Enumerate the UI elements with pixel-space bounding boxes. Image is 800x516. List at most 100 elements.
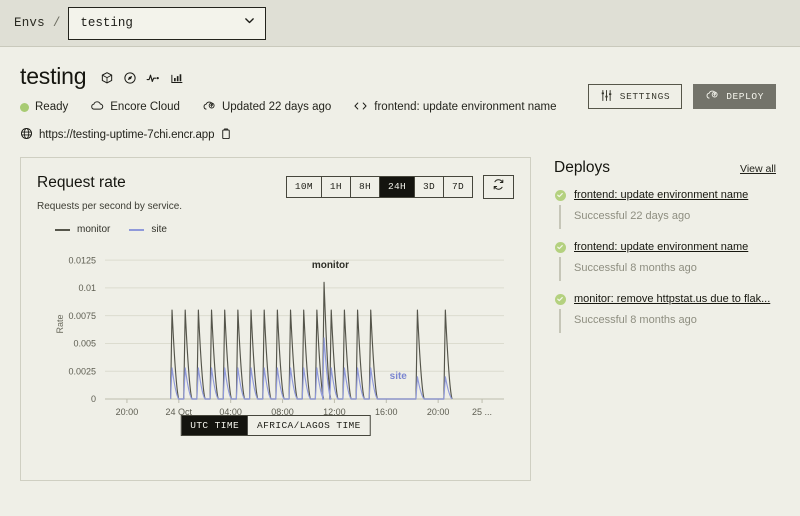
meta-block: Ready Encore Cloud Updated 22 days ago f… — [20, 84, 776, 143]
deploy-link[interactable]: monitor: remove httpstat.us due to flak.… — [574, 292, 776, 306]
svg-text:monitor: monitor — [312, 260, 349, 271]
commit-label: frontend: update environment name — [374, 101, 557, 113]
cloud-upload-icon — [705, 89, 719, 104]
rail-line — [559, 308, 561, 333]
card-title-block: Request rate Requests per second by serv… — [37, 174, 182, 213]
copy-icon[interactable] — [220, 127, 232, 143]
top-bar: Envs / testing — [0, 0, 800, 47]
plot-wrapper: 0 0.0025 0.005 0.0075 0.01 0.0125 20:00 24 Oct 0… — [37, 241, 516, 437]
card-title: Request rate — [37, 173, 126, 191]
deploy-rail — [554, 292, 566, 333]
cube-icon[interactable] — [100, 71, 114, 85]
legend-item-site[interactable]: site — [129, 224, 167, 235]
svg-text:20:00: 20:00 — [427, 407, 450, 417]
svg-text:0.005: 0.005 — [73, 339, 96, 349]
cloud-icon — [90, 100, 104, 116]
deploy-button[interactable]: DEPLOY — [693, 84, 776, 109]
success-check-icon — [554, 241, 566, 253]
list-item: monitor: remove httpstat.us due to flak.… — [554, 292, 776, 333]
main-content: Request rate Requests per second by serv… — [0, 143, 800, 481]
card-header: Request rate Requests per second by serv… — [37, 174, 514, 213]
deploy-body: frontend: update environment name Succes… — [574, 240, 776, 281]
header-actions: SETTINGS DEPLOY — [587, 84, 776, 109]
refresh-icon — [492, 178, 505, 196]
deploy-body: monitor: remove httpstat.us due to flak.… — [574, 292, 776, 333]
bar-chart-icon[interactable] — [170, 71, 184, 85]
deploy-status: Successful 8 months ago — [574, 313, 697, 326]
environment-url[interactable]: https://testing-uptime-7chi.encr.app — [39, 129, 214, 141]
status-label: Ready — [35, 101, 69, 113]
deploy-status: Successful 8 months ago — [574, 261, 697, 274]
range-button-24h[interactable]: 24H — [379, 176, 415, 197]
breadcrumb-envs[interactable]: Envs — [14, 16, 45, 30]
page-header: testing Ready Encore Cloud Updated 22 da… — [0, 47, 800, 143]
refresh-button[interactable] — [483, 174, 514, 199]
svg-text:16:00: 16:00 — [375, 407, 398, 417]
settings-button-label: SETTINGS — [619, 91, 671, 102]
range-button-10m[interactable]: 10M — [287, 176, 322, 197]
legend-label-site: site — [151, 224, 167, 236]
range-button-7d[interactable]: 7D — [444, 177, 472, 197]
request-rate-card: Request rate Requests per second by serv… — [20, 156, 531, 481]
chevron-down-icon — [243, 14, 256, 32]
globe-icon — [20, 127, 33, 143]
deploy-link[interactable]: frontend: update environment name — [574, 240, 776, 254]
environment-select-value: testing — [80, 16, 133, 30]
deploy-link[interactable]: frontend: update environment name — [574, 188, 776, 202]
rail-line — [559, 256, 561, 281]
svg-text:25 ...: 25 ... — [472, 407, 492, 417]
svg-text:0.0125: 0.0125 — [68, 255, 96, 265]
cloud-label: Encore Cloud — [110, 101, 180, 113]
legend-item-monitor[interactable]: monitor — [55, 224, 110, 235]
page-title: testing — [20, 63, 87, 89]
updated-label: Updated 22 days ago — [221, 101, 332, 113]
commit-info[interactable]: frontend: update environment name — [353, 100, 556, 116]
success-check-icon — [554, 293, 566, 305]
cloud-provider: Encore Cloud — [90, 100, 180, 116]
svg-text:0.01: 0.01 — [78, 283, 96, 293]
view-all-link[interactable]: View all — [740, 163, 776, 175]
range-button-1h[interactable]: 1H — [322, 176, 351, 197]
code-icon — [353, 100, 368, 116]
legend-swatch-site — [129, 228, 145, 231]
deploys-header: Deploys View all — [554, 159, 776, 177]
range-button-8h[interactable]: 8H — [351, 176, 380, 197]
status-dot-icon — [20, 103, 29, 113]
updated-info: Updated 22 days ago — [202, 100, 331, 116]
title-icon-group — [100, 71, 184, 85]
svg-text:site: site — [390, 371, 408, 382]
deploy-body: frontend: update environment name Succes… — [574, 188, 776, 229]
activity-icon[interactable] — [146, 71, 161, 85]
compass-icon[interactable] — [123, 71, 137, 85]
timezone-button-utc[interactable]: UTC TIME — [181, 416, 249, 436]
time-range-segmented-control: 10M 1H 8H 24H 3D 7D — [285, 175, 473, 198]
timezone-toggle: UTC TIME AFRICA/LAGOS TIME — [180, 415, 371, 437]
svg-text:20:00: 20:00 — [116, 407, 139, 417]
card-subtitle: Requests per second by service. — [37, 201, 183, 213]
deploys-panel: Deploys View all frontend: update enviro… — [554, 157, 776, 481]
range-controls: 10M 1H 8H 24H 3D 7D — [285, 174, 514, 199]
deploy-rail — [554, 240, 566, 281]
success-check-icon — [554, 189, 566, 201]
chart-legend: monitor site — [37, 224, 514, 235]
request-rate-plot[interactable]: 00.00250.0050.00750.010.012520:00 24 Oct 0… — [37, 241, 516, 429]
range-button-3d[interactable]: 3D — [415, 176, 444, 197]
list-item: frontend: update environment name Succes… — [554, 188, 776, 229]
sliders-icon — [600, 89, 613, 105]
svg-text:0: 0 — [91, 394, 96, 404]
deploys-title: Deploys — [554, 158, 610, 176]
rail-line — [559, 204, 561, 229]
cloud-upload-icon — [202, 100, 216, 116]
legend-swatch-monitor — [55, 228, 70, 231]
deploy-button-label: DEPLOY — [726, 91, 764, 102]
settings-button[interactable]: SETTINGS — [587, 84, 683, 109]
legend-label-monitor: monitor — [77, 224, 111, 236]
environment-select[interactable]: testing — [68, 6, 267, 40]
svg-text:0.0075: 0.0075 — [68, 311, 96, 321]
timezone-button-lagos[interactable]: AFRICA/LAGOS TIME — [248, 416, 370, 435]
svg-text:0.0025: 0.0025 — [68, 367, 96, 377]
svg-text:Rate: Rate — [55, 315, 65, 334]
deploy-rail — [554, 188, 566, 229]
list-item: frontend: update environment name Succes… — [554, 240, 776, 281]
status-badge: Ready — [20, 101, 69, 114]
